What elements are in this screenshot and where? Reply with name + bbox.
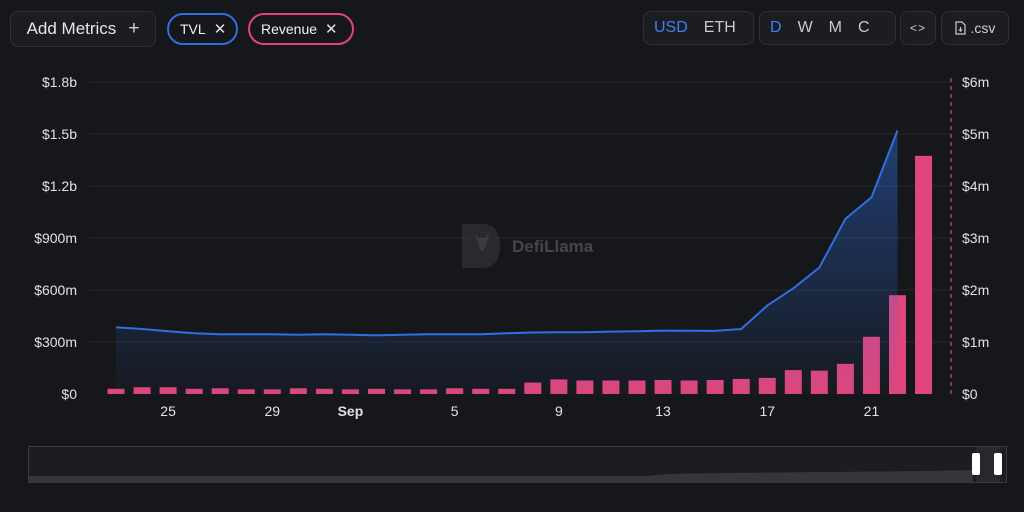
x-tick-label: 21 — [864, 403, 880, 419]
x-tick-label: Sep — [338, 403, 364, 419]
y-right-tick-label: $1m — [962, 334, 989, 350]
x-tick-label: 29 — [265, 403, 281, 419]
x-tick-label: 5 — [451, 403, 459, 419]
x-tick-label: 25 — [160, 403, 176, 419]
y-right-tick-label: $3m — [962, 230, 989, 246]
y-right-tick-label: $0 — [962, 386, 978, 402]
y-left-tick-label: $600m — [34, 282, 77, 298]
brush-handle-right[interactable] — [994, 453, 1002, 475]
x-tick-label: 17 — [759, 403, 775, 419]
y-left-tick-label: $300m — [34, 334, 77, 350]
y-left-tick-label: $1.5b — [42, 126, 77, 142]
revenue-bar — [915, 155, 933, 394]
brush-handle-left[interactable] — [972, 453, 980, 475]
x-tick-label: 13 — [655, 403, 671, 419]
watermark-text: DefiLlama — [512, 237, 594, 256]
tvl-revenue-chart: DefiLlama $0 $0 $300m $1m $600m $2m $900m $3m $1… — [34, 74, 989, 419]
y-left-tick-label: $1.8b — [42, 74, 77, 90]
defillama-watermark: DefiLlama — [462, 224, 594, 268]
y-left-tick-label: $0 — [61, 386, 77, 402]
y-right-tick-label: $5m — [962, 126, 989, 142]
x-tick-label: 9 — [555, 403, 563, 419]
tvl-area — [116, 130, 898, 394]
y-right-tick-label: $2m — [962, 282, 989, 298]
brush-overview — [28, 440, 1007, 483]
y-left-tick-label: $900m — [34, 230, 77, 246]
y-left-tick-label: $1.2b — [42, 178, 77, 194]
range-brush[interactable] — [28, 440, 1008, 484]
y-right-tick-label: $4m — [962, 178, 989, 194]
y-right-tick-label: $6m — [962, 74, 989, 90]
